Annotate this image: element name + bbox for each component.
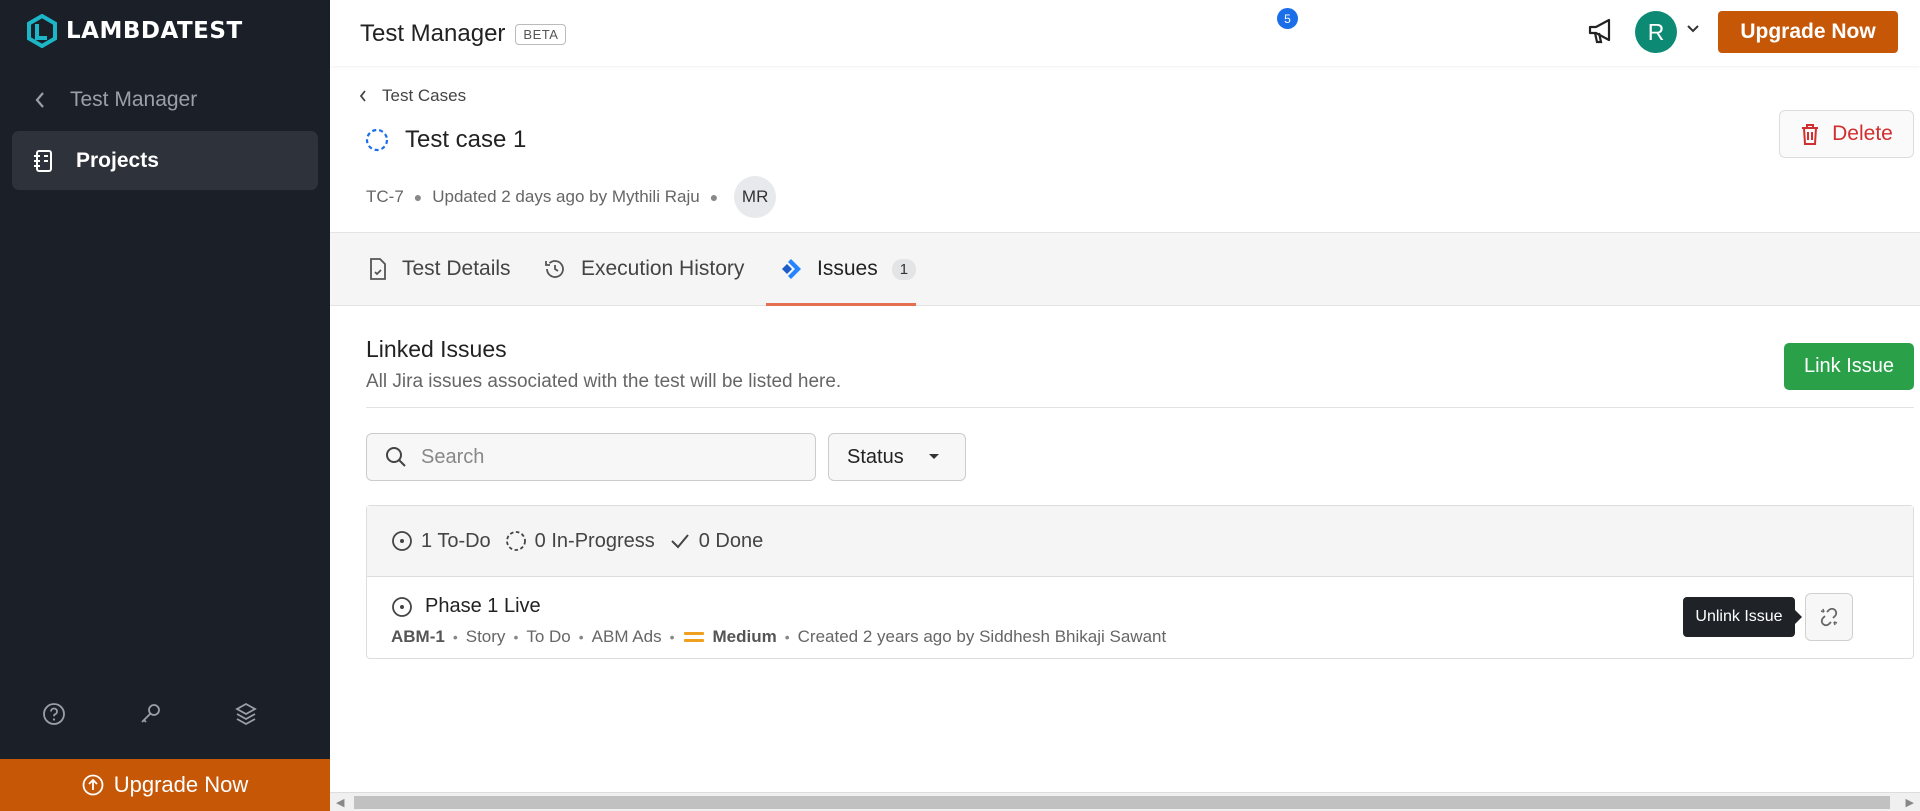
tab-label: Test Details [402, 257, 511, 280]
sidebar-item-label: Projects [76, 148, 159, 172]
history-icon [545, 260, 564, 278]
divider [366, 407, 1914, 408]
owner-avatar: MR [734, 176, 777, 218]
inprogress-dashed-circle-icon [505, 531, 526, 551]
tab-issues[interactable]: Issues 1 [779, 233, 917, 305]
search-input[interactable] [421, 445, 781, 469]
issue-meta: ABM-1 • Story • To Do • ABM Ads • Medium… [391, 627, 1166, 647]
section-title: Linked Issues [366, 336, 507, 362]
chevron-down-icon[interactable] [1686, 24, 1700, 34]
arrow-up-circle-icon [82, 774, 104, 796]
jira-icon [782, 259, 801, 279]
key-icon[interactable] [138, 702, 162, 726]
integrations-icon[interactable] [234, 702, 258, 726]
section-subtitle: All Jira issues associated with the test… [366, 371, 842, 392]
user-avatar[interactable]: R [1635, 11, 1677, 53]
page-title: Test Manager BETA [360, 20, 567, 48]
sidebar-item-projects[interactable]: Projects [12, 131, 318, 190]
horizontal-scrollbar[interactable]: ◀ ▶ [330, 792, 1920, 811]
tab-label: Issues [817, 257, 878, 280]
status-dashed-circle-icon [365, 128, 389, 152]
unlink-issue-button[interactable] [1805, 593, 1853, 641]
todo-circle-icon [392, 596, 412, 617]
sidebar-back-label: Test Manager [70, 88, 198, 111]
tab-label: Execution History [581, 257, 745, 280]
announcements-button[interactable] [1587, 16, 1619, 51]
help-icon[interactable] [42, 702, 66, 726]
summary-todo: 1 To-Do [391, 530, 491, 553]
link-issue-button[interactable]: Link Issue [1784, 343, 1914, 390]
separator-dot: • [578, 629, 584, 645]
status-filter-dropdown[interactable]: Status [828, 433, 966, 481]
sidebar-back-test-manager[interactable]: Test Manager [34, 88, 197, 112]
tab-test-details[interactable]: Test Details [366, 233, 511, 305]
sidebar: LAMBDATEST Test Manager Projects Upgrade… [0, 0, 330, 811]
brand-name: LAMBDATEST [66, 18, 243, 44]
search-box [366, 433, 816, 481]
search-icon [386, 447, 406, 467]
issue-title-text[interactable]: Phase 1 Live [425, 595, 541, 618]
caret-down-icon [928, 454, 939, 459]
issues-table: 1 To-Do 0 In-Progress 0 Done Phase 1 Liv… [366, 505, 1914, 659]
sidebar-upgrade-button[interactable]: Upgrade Now [0, 759, 330, 811]
lambdatest-logo[interactable]: LAMBDATEST [26, 14, 243, 48]
tab-bar: Test Details Execution History Issues 1 [330, 232, 1920, 306]
delete-label: Delete [1832, 122, 1893, 145]
top-bar: Test Manager BETA [330, 0, 1920, 66]
sidebar-upgrade-label: Upgrade Now [113, 772, 249, 797]
summary-inprogress-text: 0 In-Progress [534, 529, 655, 552]
separator-dot: • [669, 629, 675, 645]
separator-dot: • [452, 629, 458, 645]
test-case-id: TC-7 [366, 187, 404, 206]
issue-title: Phase 1 Live [391, 595, 541, 618]
issue-status: To Do [526, 627, 571, 646]
todo-circle-icon [392, 531, 412, 551]
active-tab-indicator [766, 303, 916, 306]
updated-info: Updated 2 days ago by Mythili Raju [432, 187, 700, 206]
unlink-tooltip: Unlink Issue [1683, 597, 1802, 637]
document-check-icon [370, 258, 386, 280]
megaphone-icon [1588, 18, 1611, 44]
chevron-left-icon [35, 92, 44, 108]
breadcrumb[interactable]: Test Cases [358, 86, 466, 106]
issue-created: Created 2 years ago by Siddhesh Bhikaji … [797, 627, 1167, 646]
issue-key: ABM-1 [391, 627, 445, 646]
issues-summary: 1 To-Do 0 In-Progress 0 Done [367, 506, 1913, 577]
delete-button[interactable]: Delete [1779, 110, 1914, 158]
issue-row[interactable]: Phase 1 Live ABM-1 • Story • To Do • ABM… [367, 577, 1913, 659]
trash-icon [1802, 124, 1819, 145]
separator-dot: • [513, 629, 519, 645]
sidebar-footer-icons [42, 702, 258, 726]
status-filter-label: Status [847, 445, 904, 468]
unlink-icon [1820, 607, 1838, 627]
issue-type: Story [465, 627, 506, 646]
scrollbar-thumb[interactable] [354, 796, 1890, 809]
notebook-icon [34, 149, 52, 172]
notification-count-badge: 5 [1277, 8, 1298, 29]
issue-priority: Medium [712, 627, 777, 646]
separator-dot: • [784, 629, 790, 645]
lambdatest-logo-icon [27, 14, 57, 48]
summary-done-text: 0 Done [698, 529, 764, 552]
issues-count-badge: 1 [891, 258, 917, 280]
separator-dot: ● [709, 189, 719, 205]
chevron-left-icon [359, 90, 366, 102]
issue-project: ABM Ads [591, 627, 662, 646]
summary-done: 0 Done [669, 529, 764, 553]
tab-execution-history[interactable]: Execution History [543, 233, 744, 305]
scroll-left-icon[interactable]: ◀ [336, 796, 344, 809]
summary-inprogress: 0 In-Progress [505, 530, 655, 553]
test-case-title: Test case 1 [365, 126, 526, 154]
check-icon [671, 534, 689, 549]
priority-medium-icon [683, 632, 704, 642]
beta-badge: BETA [515, 23, 567, 45]
test-case-title-text: Test case 1 [405, 126, 527, 153]
scroll-right-icon[interactable]: ▶ [1906, 796, 1914, 809]
summary-todo-text: 1 To-Do [421, 529, 491, 552]
test-case-meta: TC-7 ● Updated 2 days ago by Mythili Raj… [366, 176, 777, 218]
breadcrumb-test-cases[interactable]: Test Cases [382, 86, 466, 106]
page-title-text: Test Manager [360, 20, 506, 47]
separator-dot: ● [413, 189, 423, 205]
upgrade-now-button[interactable]: Upgrade Now [1718, 11, 1898, 53]
